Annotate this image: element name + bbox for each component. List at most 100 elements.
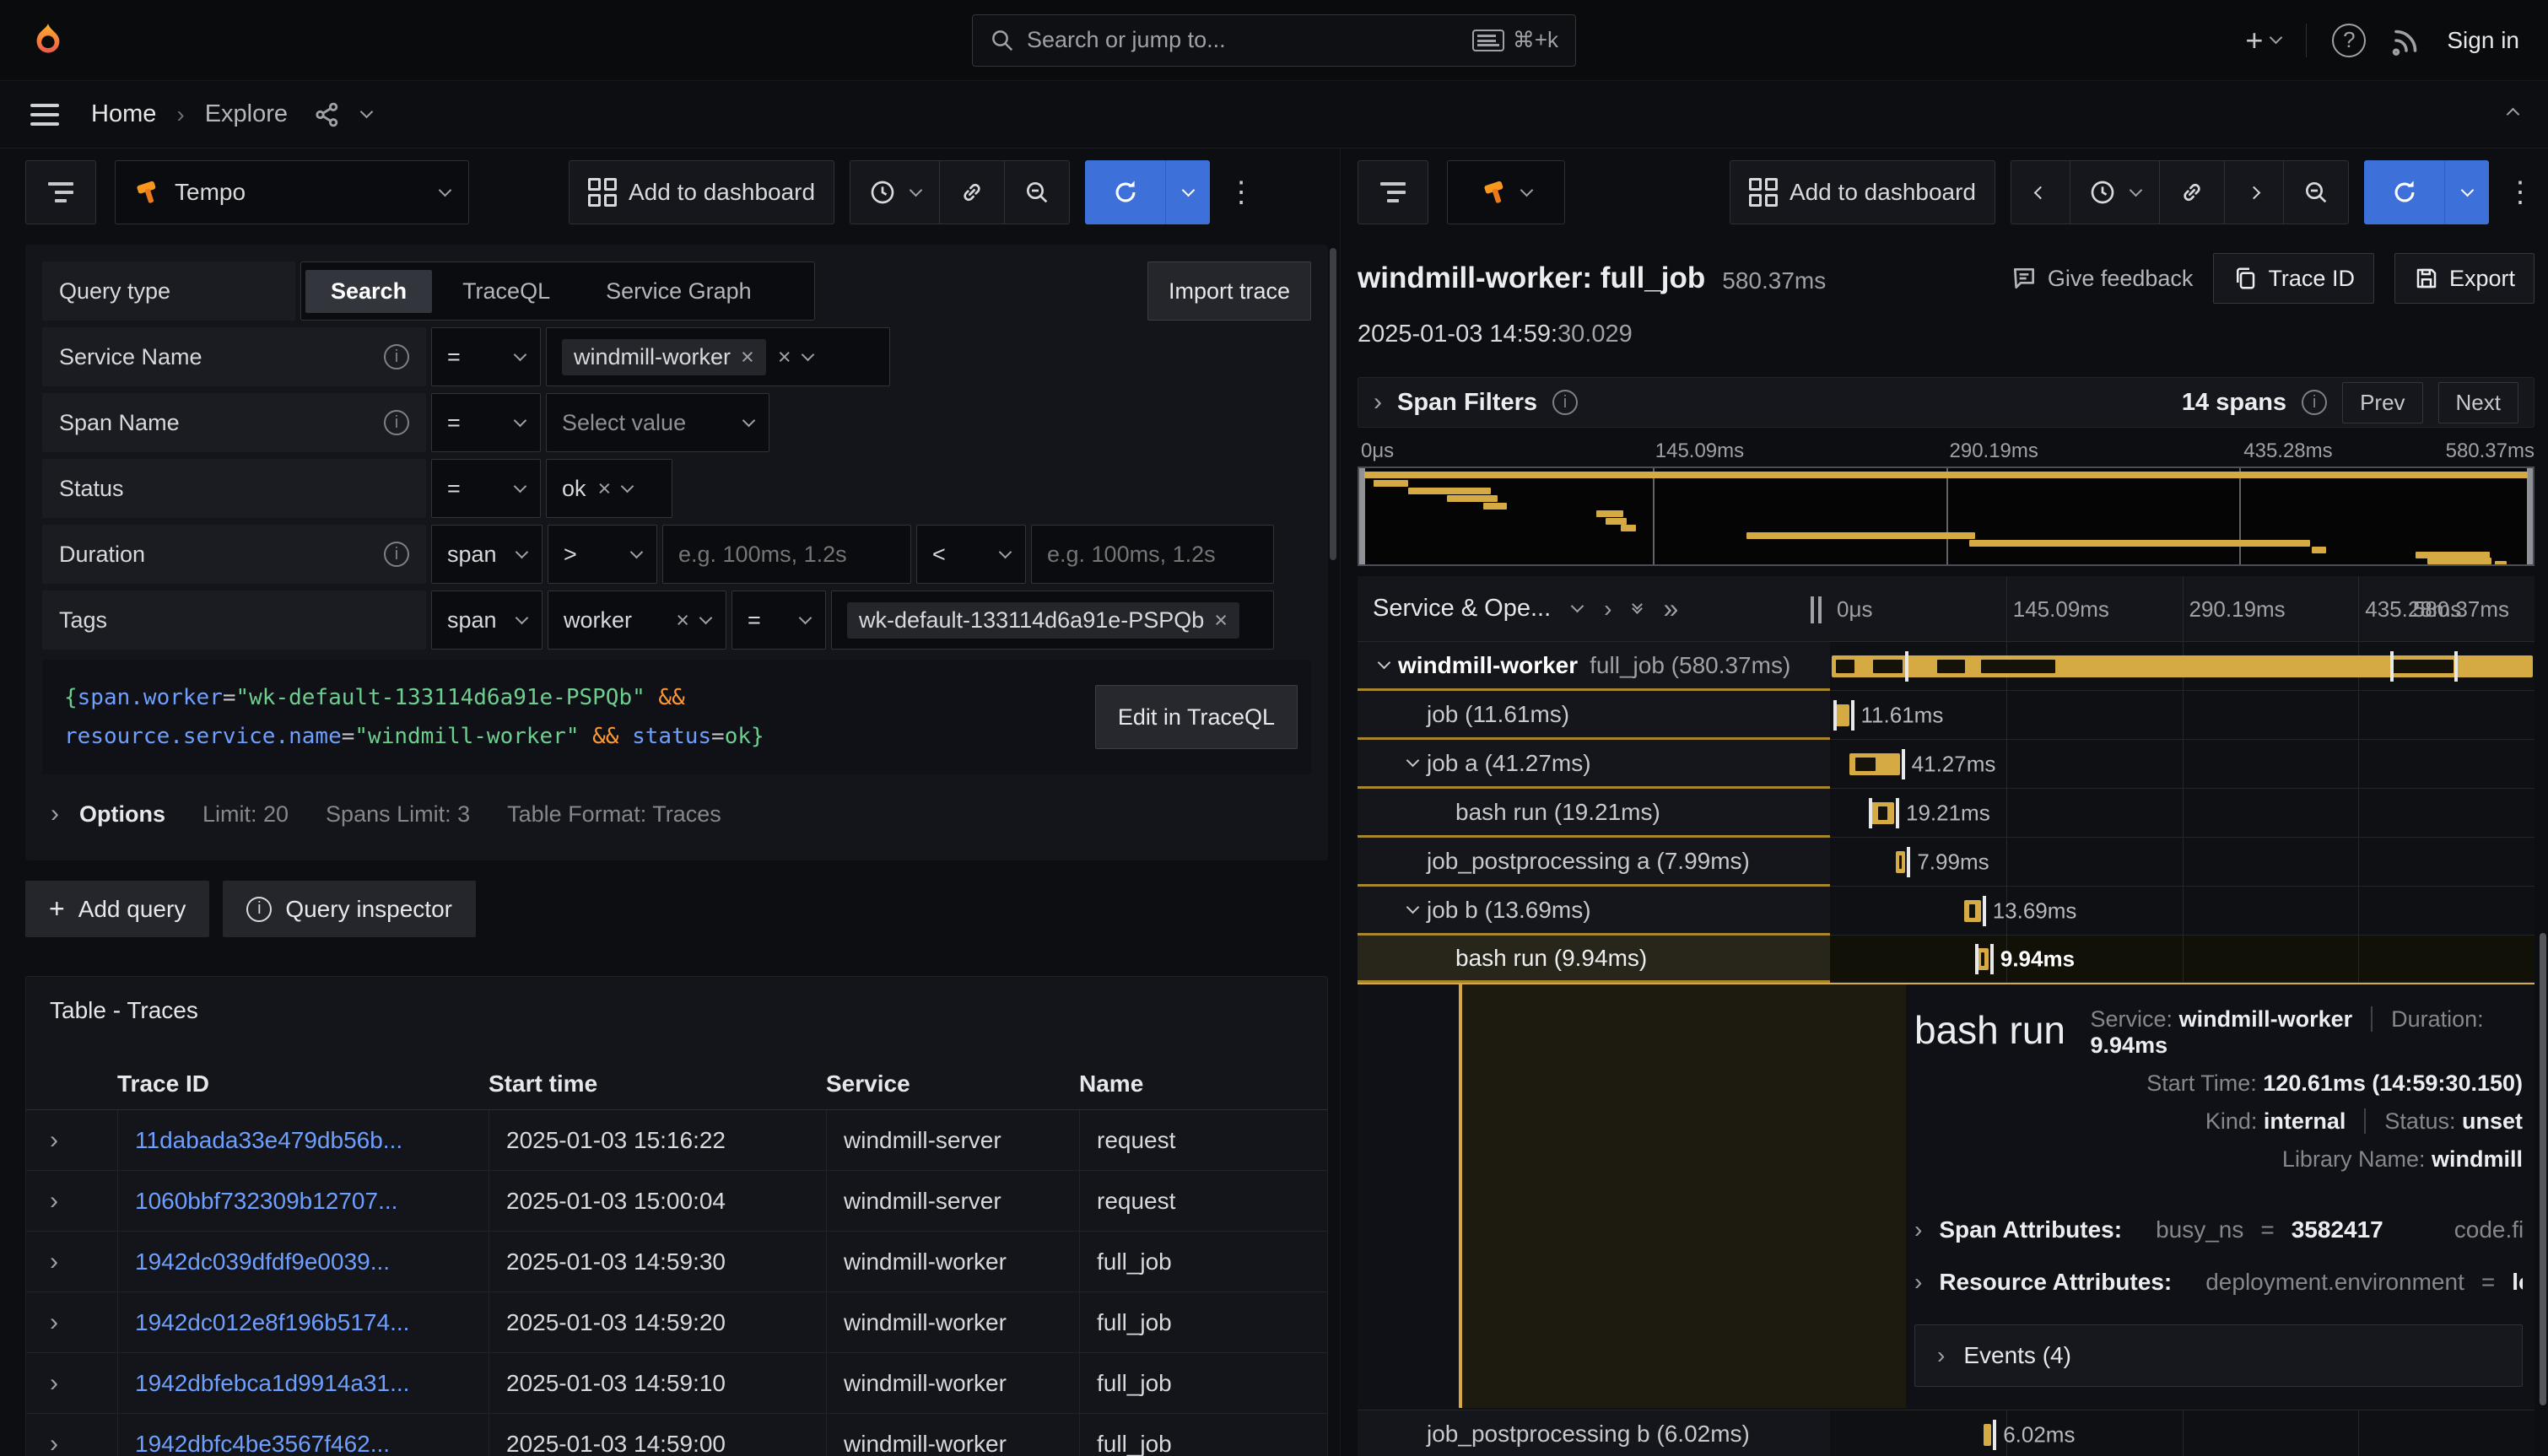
remove-chip-icon[interactable]: × (741, 344, 754, 370)
status-operator[interactable]: = (431, 459, 541, 518)
run-query-button[interactable] (1085, 160, 1210, 224)
clear-icon[interactable]: × (778, 344, 791, 370)
column-header[interactable]: Name (1079, 1070, 1304, 1097)
trace-id-link[interactable]: 1060bbf732309b12707... (135, 1188, 397, 1215)
span-duration-bar[interactable] (1832, 655, 2534, 677)
datasource-picker[interactable]: Tempo (115, 160, 469, 224)
tags-operator[interactable]: = (731, 590, 826, 650)
span-attributes-row[interactable]: ›Span Attributes: busy_ns=3582417 code.f… (1914, 1216, 2523, 1243)
more-options-kebab[interactable]: ⋮ (2506, 175, 2535, 209)
span-row[interactable]: job_postprocessing a (7.99ms)7.99ms (1358, 838, 2535, 887)
expand-row-icon[interactable]: › (50, 1430, 117, 1456)
import-trace-button[interactable]: Import trace (1147, 262, 1311, 321)
zoom-out-button[interactable] (2283, 160, 2349, 224)
chevron-down-icon[interactable] (1571, 600, 1584, 613)
time-picker-button[interactable] (850, 160, 939, 224)
column-splitter[interactable] (1811, 596, 1822, 623)
expand-row-icon[interactable]: › (50, 1369, 117, 1398)
tab-service-graph[interactable]: Service Graph (580, 270, 777, 313)
trace-id-link[interactable]: 1942dc012e8f196b5174... (135, 1309, 409, 1336)
sign-in-link[interactable]: Sign in (2447, 27, 2519, 54)
global-search[interactable]: ⌘+k (972, 14, 1576, 67)
minimap-left-handle[interactable] (1359, 468, 1365, 564)
tab-search[interactable]: Search (305, 270, 432, 313)
span-row[interactable]: job a (41.27ms)41.27ms (1358, 740, 2535, 789)
column-header[interactable]: Trace ID (117, 1070, 489, 1097)
span-duration-bar[interactable] (1849, 753, 1899, 775)
duration-op-lt[interactable]: < (916, 525, 1026, 584)
duration-scope[interactable]: span (431, 525, 543, 584)
span-name-value[interactable]: Select value (546, 393, 769, 452)
query-inspector-button[interactable]: iQuery inspector (223, 881, 476, 937)
span-filters-bar[interactable]: ›Span Filters i 14 spans i Prev Next (1358, 377, 2535, 428)
span-row[interactable]: bash run (9.94ms)9.94ms (1358, 936, 2535, 984)
right-scrollbar[interactable] (2540, 933, 2546, 1405)
tags-key[interactable]: worker× (548, 590, 726, 650)
menu-toggle-icon[interactable] (30, 104, 59, 126)
events-expander[interactable]: ›Events (4) (1914, 1324, 2523, 1387)
add-menu-button[interactable]: + (2245, 23, 2281, 58)
more-options-kebab[interactable]: ⋮ (1227, 175, 1255, 209)
expand-row-icon[interactable]: › (50, 1187, 117, 1216)
span-duration-bar[interactable] (1871, 802, 1894, 824)
span-expander-icon[interactable] (1398, 908, 1427, 912)
time-picker-button[interactable] (2070, 160, 2159, 224)
span-duration-bar[interactable] (1984, 1424, 1991, 1446)
trace-id-link[interactable]: 1942dc039dfdf9e0039... (135, 1248, 390, 1275)
span-row[interactable]: bash run (19.21ms)19.21ms (1358, 789, 2535, 838)
news-rss-icon[interactable] (2391, 25, 2421, 56)
expand-row-icon[interactable]: › (50, 1248, 117, 1276)
span-expander-icon[interactable] (1398, 761, 1427, 765)
link-split-button[interactable] (939, 160, 1004, 224)
trace-id-link[interactable]: 1942dbfebca1d9914a31... (135, 1370, 409, 1397)
tags-scope[interactable]: span (431, 590, 543, 650)
next-span-button[interactable]: Next (2438, 382, 2518, 423)
column-header[interactable]: Start time (489, 1070, 826, 1097)
trace-id-link[interactable]: 1942dbfc4be3567f462... (135, 1431, 390, 1456)
time-shift-back-button[interactable] (2011, 160, 2070, 224)
options-row[interactable]: ›Options Limit: 20 Spans Limit: 3 Table … (42, 785, 1311, 844)
breadcrumb-home[interactable]: Home (91, 100, 156, 128)
run-query-button[interactable] (2364, 160, 2489, 224)
trace-id-link[interactable]: 11dabada33e479db56b... (135, 1127, 402, 1154)
share-icon[interactable] (313, 100, 342, 129)
status-value[interactable]: ok× (546, 459, 672, 518)
expand-row-icon[interactable]: › (50, 1308, 117, 1337)
link-split-button[interactable] (2159, 160, 2224, 224)
give-feedback-link[interactable]: Give feedback (2011, 265, 2194, 292)
span-expander-icon[interactable] (1369, 663, 1398, 667)
resource-attributes-row[interactable]: ›Resource Attributes: deployment.environ… (1914, 1269, 2523, 1296)
edit-in-traceql-button[interactable]: Edit in TraceQL (1095, 685, 1298, 749)
span-row[interactable]: job_postprocessing b (6.02ms)6.02ms (1358, 1410, 2535, 1456)
left-scrollbar[interactable] (1330, 248, 1336, 560)
search-input[interactable] (1027, 27, 1460, 53)
add-to-dashboard-button[interactable]: Add to dashboard (569, 160, 834, 224)
help-icon[interactable]: ? (2332, 24, 2366, 57)
grafana-logo[interactable] (29, 21, 67, 60)
span-row[interactable]: job (11.61ms)11.61ms (1358, 691, 2535, 740)
expand-all-icon[interactable]: » (1663, 593, 1678, 624)
span-duration-bar[interactable] (1964, 900, 1981, 922)
tags-value[interactable]: wk-default-133114d6a91e-PSPQb× (831, 590, 1274, 650)
minimap-right-handle[interactable] (2527, 468, 2533, 564)
span-duration-bar[interactable] (1835, 704, 1849, 726)
span-row[interactable]: windmill-workerfull_job (580.37ms) (1358, 642, 2535, 691)
export-button[interactable]: Export (2394, 253, 2535, 304)
collapse-chevron-up-icon[interactable] (2507, 107, 2520, 121)
trace-minimap[interactable]: 0μs145.09ms290.19ms435.28ms580.37ms (1358, 439, 2535, 566)
span-name-operator[interactable]: = (431, 393, 541, 452)
minimap-canvas[interactable] (1358, 466, 2535, 566)
trace-id-button[interactable]: Trace ID (2213, 253, 2374, 304)
column-header[interactable]: Service (826, 1070, 1079, 1097)
span-duration-bar[interactable] (1977, 948, 1989, 970)
span-duration-bar[interactable] (1896, 851, 1906, 873)
tags-value-chip[interactable]: wk-default-133114d6a91e-PSPQb× (847, 602, 1239, 639)
expand-right-icon[interactable]: › (1604, 596, 1611, 623)
zoom-out-button[interactable] (1004, 160, 1070, 224)
duration-op-gt[interactable]: > (548, 525, 657, 584)
add-to-dashboard-button[interactable]: Add to dashboard (1730, 160, 1995, 224)
query-outline-button[interactable] (25, 160, 96, 224)
expand-row-icon[interactable]: › (50, 1126, 117, 1155)
span-row[interactable]: job b (13.69ms)13.69ms (1358, 887, 2535, 936)
chevron-down-icon[interactable] (360, 105, 374, 119)
